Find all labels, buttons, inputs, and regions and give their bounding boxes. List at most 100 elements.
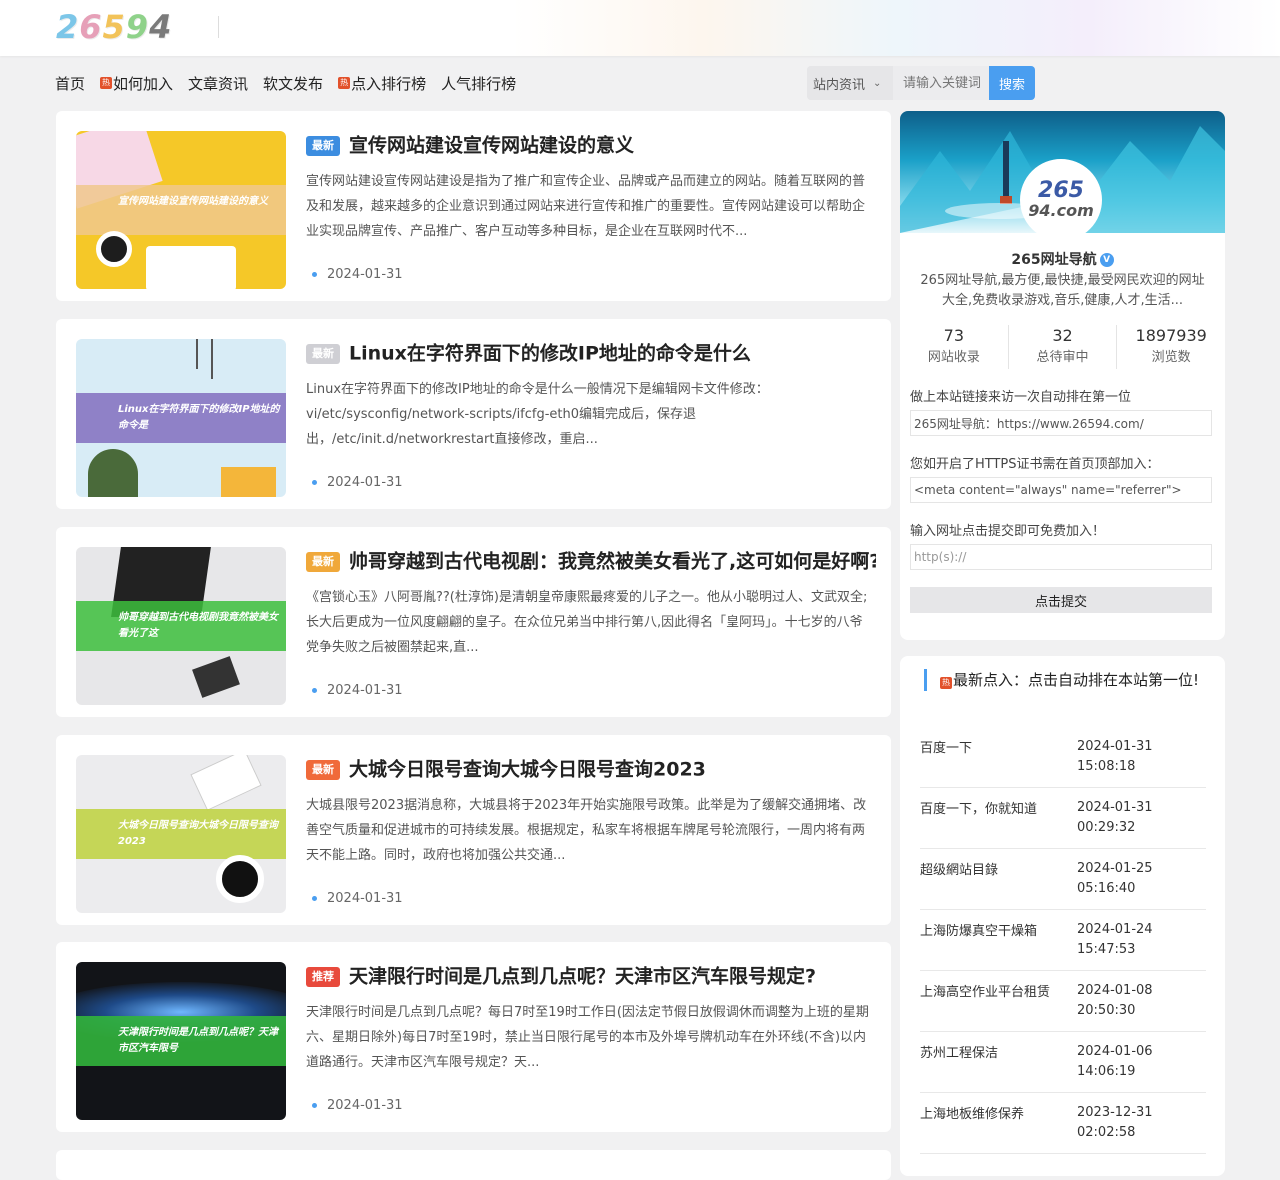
recent-site-name[interactable]: 上海防爆真空干燥箱 [920,920,1070,939]
article-thumbnail[interactable]: 宣传网站建设宣传网站建设的意义 [76,131,286,289]
recent-site-name[interactable]: 苏州工程保洁 [920,1042,1070,1061]
stat-value: 73 [943,326,965,345]
recent-date: 2024-01-31 [1077,800,1153,815]
stat-sites-collected: 73 网站收录 [900,325,1009,369]
list-item[interactable]: 上海地板维修保养 2023-12-31 02:02:58 [920,1093,1206,1154]
article-title-text: 天津限行时间是几点到几点呢？天津市区汽车限号规定? [349,965,817,988]
nav-item-publish[interactable]: 软文发布 [263,73,323,94]
article-title[interactable]: 推荐 天津限行时间是几点到几点呢？天津市区汽车限号规定? [306,962,876,991]
article-thumbnail[interactable]: 天津限行时间是几点到几点呢？天津市区汽车限号 [76,962,286,1120]
article-card[interactable]: 大城今日限号查询大城今日限号查询2023 最新 大城今日限号查询大城今日限号查询2… [56,735,891,925]
search-button[interactable]: 搜索 [989,66,1035,100]
site-logo[interactable]: 26594 [56,10,206,44]
recent-date: 2024-01-06 [1077,1044,1153,1059]
article-thumbnail[interactable]: 帅哥穿越到古代电视剧我竟然被美女看光了这 [76,547,286,705]
recent-site-name[interactable]: 百度一下，你就知道 [920,798,1070,817]
article-thumbnail[interactable]: Linux在字符界面下的修改IP地址的命令是 [76,339,286,497]
stat-views: 1897939 浏览数 [1117,325,1225,369]
avatar-text: 265 [1038,178,1084,203]
thumb-decor [190,755,262,811]
recent-site-name[interactable]: 上海高空作业平台租赁 [920,981,1070,1000]
nav-item-how-to-join[interactable]: 热如何加入 [100,73,173,94]
article-summary: 宣传网站建设宣传网站建设是指为了推广和宣传企业、品牌或产品而建立的网站。随着互联… [306,174,866,239]
article-summary: 《宫锁心玉》八阿哥胤??(杜淳饰)是清朝皇帝康熙最疼爱的儿子之一。他从小聪明过人… [306,590,868,655]
article-card[interactable]: 帅哥穿越到古代电视剧我竟然被美女看光了这 最新 帅哥穿越到古代电视剧：我竟然被美女… [56,527,891,717]
logo-char: 4 [149,8,173,46]
list-item[interactable]: 上海防爆真空干燥箱 2024-01-24 15:47:53 [920,910,1206,971]
stat-label: 总待审中 [1036,350,1089,365]
site-description: 265网址导航,最方便,最快捷,最受网民欢迎的网址大全,免费收录游戏,音乐,健康… [920,273,1205,308]
recent-site-name[interactable]: 超级網站目錄 [920,859,1070,878]
article-title-text: 帅哥穿越到古代电视剧：我竟然被美女看光了,这可如何是好啊? [349,550,876,573]
list-item[interactable]: 超级網站目錄 2024-01-25 05:16:40 [920,849,1206,910]
recent-time: 2024-01-31 15:08:18 [1077,737,1153,777]
recent-clock: 15:47:53 [1077,942,1136,957]
article-date: 2024-01-31 [312,1098,403,1113]
article-title[interactable]: 最新 Linux在字符界面下的修改IP地址的命令是什么 [306,339,876,368]
article-title[interactable]: 最新 帅哥穿越到古代电视剧：我竟然被美女看光了,这可如何是好啊? [306,547,876,576]
recent-clock: 14:06:19 [1077,1064,1136,1079]
dot-icon [312,896,317,901]
recent-date: 2023-12-31 [1077,1105,1153,1120]
https-meta-field[interactable] [910,477,1212,503]
recent-date: 2024-01-24 [1077,922,1153,937]
recent-date: 2024-01-31 [1077,739,1153,754]
recent-time: 2023-12-31 02:02:58 [1077,1103,1153,1143]
article-thumbnail[interactable]: 大城今日限号查询大城今日限号查询2023 [76,755,286,913]
submit-button[interactable]: 点击提交 [910,587,1212,613]
article-title-text: Linux在字符界面下的修改IP地址的命令是什么 [349,342,751,365]
recent-clicks-panel: 热最新点入：点击自动排在本站第一位! 百度一下 2024-01-31 15:08:1… [900,656,1225,1176]
recent-site-name[interactable]: 百度一下 [920,737,1070,756]
article-tag: 推荐 [306,966,340,987]
site-avatar: 265 94.com [1020,159,1102,241]
logo-char: 9 [125,8,150,46]
site-stats: 73 网站收录 32 总待审中 1897939 浏览数 [900,325,1225,369]
search-scope-select[interactable]: 站内资讯 ⌄ [807,66,893,100]
nav-item-click-ranking[interactable]: 热点入排行榜 [338,73,426,94]
recent-date: 2024-01-08 [1077,983,1153,998]
article-tag: 最新 [306,343,340,364]
search-bar: 站内资讯 ⌄ 搜索 [807,66,1035,100]
article-date-text: 2024-01-31 [327,267,403,282]
logo-char: 2 [56,8,80,46]
article-date-text: 2024-01-31 [327,1098,403,1113]
search-scope-label: 站内资讯 [813,77,866,93]
thumb-caption: 天津限行时间是几点到几点呢？天津市区汽车限号 [76,1016,286,1066]
thumb-decor [96,231,132,267]
article-title[interactable]: 最新 大城今日限号查询大城今日限号查询2023 [306,755,876,784]
thumb-decor [88,449,138,497]
dot-icon [312,688,317,693]
article-card[interactable] [56,1150,891,1180]
nav-item-articles[interactable]: 文章资讯 [188,73,248,94]
chevron-down-icon: ⌄ [873,77,882,89]
site-profile-panel: 265 94.com 265网址导航 V 265网址导航,最方便,最快捷,最受网民… [900,111,1225,640]
recent-date: 2024-01-25 [1077,861,1153,876]
article-title-text: 大城今日限号查询大城今日限号查询2023 [349,758,706,781]
top-header: 26594 [0,0,1280,56]
list-item[interactable]: 上海高空作业平台租赁 2024-01-08 20:50:30 [920,971,1206,1032]
recent-site-name[interactable]: 上海地板维修保养 [920,1103,1070,1122]
url-input[interactable] [910,544,1212,570]
dot-icon [312,1103,317,1108]
link-label: 做上本站链接来访一次自动排在第一位 [910,390,1132,405]
recent-time: 2024-01-25 05:16:40 [1077,859,1153,899]
article-date: 2024-01-31 [312,267,403,282]
article-title[interactable]: 最新 宣传网站建设宣传网站建设的意义 [306,131,876,160]
stat-value: 1897939 [1135,326,1207,345]
nav-item-popular-ranking[interactable]: 人气排行榜 [441,73,516,94]
hot-badge-icon: 热 [100,77,113,89]
article-card[interactable]: Linux在字符界面下的修改IP地址的命令是 最新 Linux在字符界面下的修改I… [56,319,891,509]
article-card[interactable]: 宣传网站建设宣传网站建设的意义 最新 宣传网站建设宣传网站建设的意义 宣传网站建设… [56,111,891,301]
search-input[interactable] [893,66,989,100]
submit-label: 输入网址点击提交即可免费加入！ [910,524,1106,539]
nav-item-home[interactable]: 首页 [55,73,85,94]
link-code-field[interactable] [910,410,1212,436]
article-card[interactable]: 天津限行时间是几点到几点呢？天津市区汽车限号 推荐 天津限行时间是几点到几点呢？天… [56,942,891,1132]
list-item[interactable]: 苏州工程保洁 2024-01-06 14:06:19 [920,1032,1206,1093]
article-title-text: 宣传网站建设宣传网站建设的意义 [349,134,635,157]
nav-item-label: 文章资讯 [188,74,249,93]
list-item[interactable]: 百度一下，你就知道 2024-01-31 00:29:32 [920,788,1206,849]
nav-item-label: 点入排行榜 [351,74,427,93]
list-item[interactable]: 百度一下 2024-01-31 15:08:18 [920,727,1206,788]
dot-icon [312,272,317,277]
